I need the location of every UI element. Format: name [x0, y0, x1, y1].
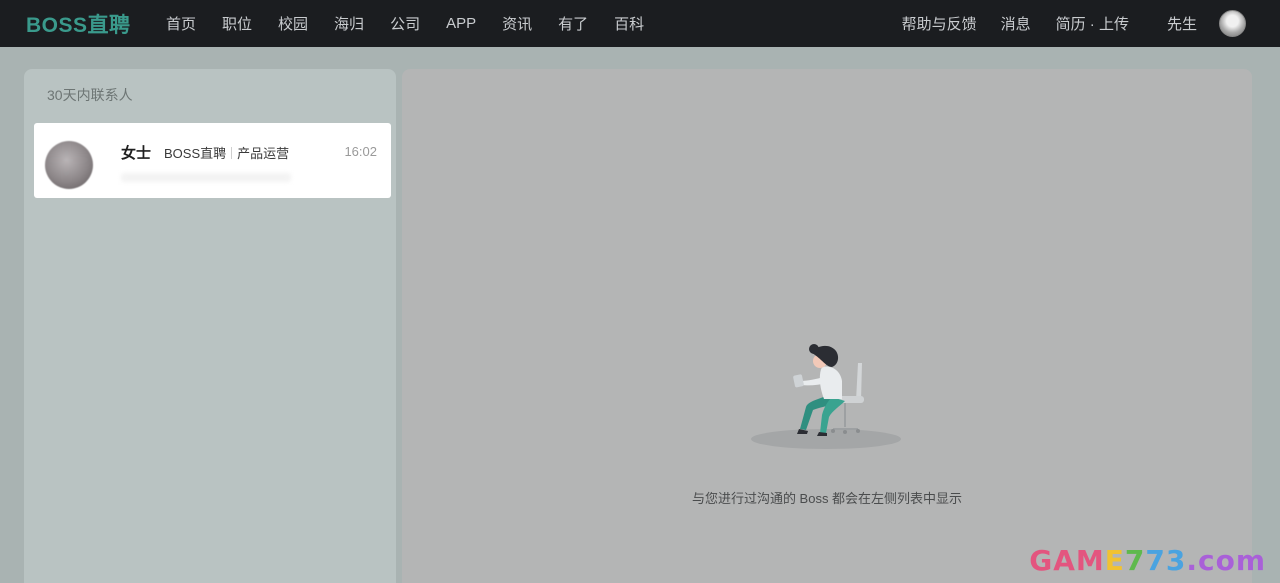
contacts-panel: 30天内联系人 女士 BOSS直聘 产品运营 16:02	[24, 69, 396, 583]
watermark-part2: E	[1104, 544, 1125, 577]
main-nav: 首页 职位 校园 海归 公司 APP 资讯 有了 百科	[166, 0, 670, 47]
nav-youle[interactable]: 有了	[558, 13, 588, 34]
nav-wiki[interactable]: 百科	[614, 13, 644, 34]
empty-state-text: 与您进行过沟通的 Boss 都会在左侧列表中显示	[691, 491, 963, 506]
contact-company: BOSS直聘	[164, 146, 227, 161]
watermark-part4: 73	[1145, 544, 1187, 577]
contact-name: 女士	[121, 145, 152, 162]
watermark-part5: .com	[1186, 544, 1266, 577]
user-avatar[interactable]	[1219, 10, 1246, 37]
help-feedback-link[interactable]: 帮助与反馈	[902, 13, 977, 34]
chat-panel: 与您进行过沟通的 Boss 都会在左侧列表中显示	[402, 69, 1252, 583]
nav-overseas[interactable]: 海归	[334, 13, 364, 34]
site-watermark: GAME773.com	[1029, 544, 1266, 577]
contact-company-position: BOSS直聘 产品运营	[164, 143, 289, 162]
watermark-part1: GAM	[1029, 544, 1105, 577]
message-preview	[121, 173, 291, 182]
messages-link[interactable]: 消息	[1001, 13, 1031, 34]
contact-position: 产品运营	[237, 146, 290, 161]
nav-company[interactable]: 公司	[390, 13, 420, 34]
nav-app[interactable]: APP	[446, 15, 476, 32]
contact-avatar	[45, 141, 93, 189]
nav-news[interactable]: 资讯	[502, 13, 532, 34]
separator	[231, 147, 233, 159]
user-nav: 帮助与反馈 消息 简历 · 上传 先生	[902, 0, 1280, 47]
contacts-title: 30天内联系人	[47, 87, 133, 103]
contact-time: 16:02	[344, 144, 377, 159]
top-navigation-bar: BOSS直聘 首页 职位 校园 海归 公司 APP 资讯 有了 百科 帮助与反馈…	[0, 0, 1280, 47]
empty-state-illustration	[751, 344, 901, 449]
boss-logo[interactable]: BOSS直聘	[26, 9, 131, 39]
nav-home[interactable]: 首页	[166, 13, 196, 34]
nav-jobs[interactable]: 职位	[222, 13, 252, 34]
contact-item[interactable]: 女士 BOSS直聘 产品运营 16:02	[34, 123, 391, 198]
user-name[interactable]: 先生	[1167, 13, 1197, 34]
nav-campus[interactable]: 校园	[278, 13, 308, 34]
watermark-part3: 7	[1124, 544, 1146, 577]
resume-upload-link[interactable]: 简历 · 上传	[1056, 13, 1129, 34]
